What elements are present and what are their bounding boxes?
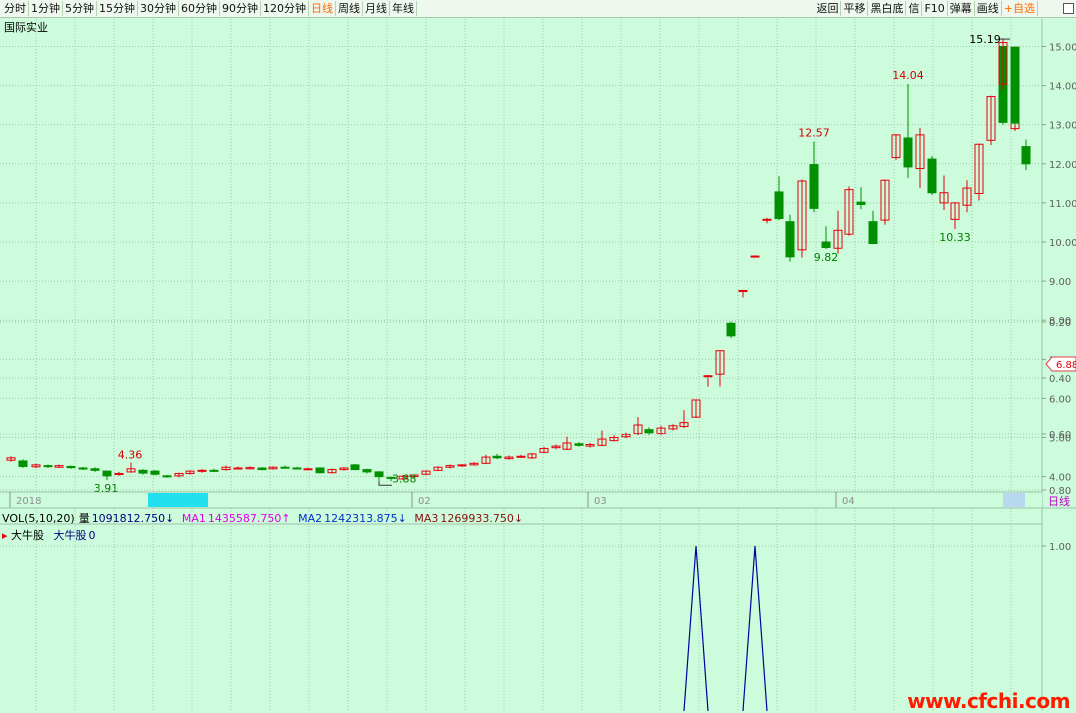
price-tick-label: 6.00 — [1049, 394, 1071, 405]
indicator-tick-label: 0.60 — [1049, 430, 1071, 441]
indicator-name: 大牛股 — [11, 529, 45, 542]
price-tick-label: 14.00 — [1049, 82, 1076, 93]
candle-body — [209, 469, 219, 472]
volume-title: VOL(5,10,20) — [2, 512, 75, 525]
price-annotation: 10.33 — [939, 231, 971, 244]
time-axis-label: 04 — [842, 496, 855, 507]
candle-body — [292, 467, 302, 470]
candle-body — [927, 158, 937, 194]
candle-body — [138, 469, 148, 474]
candle-body — [856, 201, 866, 205]
price-tick-label: 9.00 — [1049, 277, 1071, 288]
indicator-series-label: 大牛股 — [53, 529, 87, 542]
indicator-tick-label: 0.20 — [1049, 318, 1071, 329]
time-axis-label: 2018 — [16, 496, 41, 507]
indicator-signal-line — [683, 545, 709, 711]
candle-body — [516, 455, 526, 458]
annotation-leader — [378, 481, 392, 486]
candle-body — [257, 467, 267, 471]
selection-highlight — [148, 493, 208, 507]
candle-body — [750, 255, 760, 258]
price-annotation: 9.82 — [814, 251, 839, 264]
price-annotation: 15.19 — [969, 33, 1001, 46]
price-tick-label: 12.00 — [1049, 160, 1076, 171]
candle-body — [738, 289, 748, 292]
ma1-value: 1435587.750↑ — [207, 512, 291, 525]
candle-body — [233, 467, 243, 470]
indicator-signal-line — [742, 545, 768, 711]
candle-body — [315, 467, 325, 474]
volume-legend: VOL(5,10,20) 量 1091812.750↓ MA1 1435587.750… — [2, 510, 527, 526]
price-tick-label: 13.00 — [1049, 121, 1076, 132]
candle-body — [303, 468, 313, 471]
candle-body — [774, 191, 784, 220]
candle-body — [726, 322, 736, 337]
candle-body — [492, 455, 502, 459]
price-annotation: 4.36 — [118, 449, 143, 462]
price-tick-label: 4.00 — [1049, 473, 1071, 484]
price-tick-label: 11.00 — [1049, 199, 1076, 210]
time-axis-label: 03 — [594, 496, 607, 507]
candle-body — [280, 466, 290, 469]
candle-body — [102, 470, 112, 477]
candle-body — [90, 468, 100, 471]
candle-body — [574, 443, 584, 446]
candle-body — [114, 472, 124, 475]
candle-body — [762, 218, 772, 221]
indicator-tick-label: 0.80 — [1049, 486, 1071, 497]
candle-body — [78, 467, 88, 470]
ma3-value: 1269933.750↓ — [440, 512, 524, 525]
indicator-legend: ▸ 大牛股 大牛股 0 — [2, 527, 96, 543]
indicator-series-value: 0 — [88, 529, 96, 542]
time-axis-label: 02 — [418, 496, 431, 507]
candle-body — [362, 469, 372, 473]
kline-chart[interactable]: 15.0014.0013.0012.0011.0010.009.008.007.… — [0, 0, 1076, 711]
ma1-label: MA1 — [181, 512, 206, 525]
candle-body — [1010, 46, 1020, 124]
price-tick-label: 10.00 — [1049, 238, 1076, 249]
candle-body — [903, 137, 913, 168]
price-annotation: 12.57 — [798, 127, 830, 140]
ma2-value: 1242313.875↓ — [324, 512, 407, 525]
price-annotation: 14.04 — [892, 69, 924, 82]
ma2-label: MA2 — [298, 512, 323, 525]
candle-body — [350, 464, 360, 471]
indicator-tick-label: 0.40 — [1049, 374, 1071, 385]
candle-body — [785, 221, 795, 258]
candle-body — [43, 465, 53, 468]
price-annotation: 3.88 — [392, 473, 417, 486]
candle-body — [162, 475, 172, 478]
candle-body — [66, 465, 76, 469]
candle-body — [374, 471, 384, 478]
current-price-label: 6.88 — [1056, 360, 1076, 371]
candle-body — [18, 460, 28, 467]
candle-body — [703, 375, 713, 378]
candle-body — [809, 164, 819, 209]
indicator-tick-label: 1.00 — [1049, 542, 1071, 553]
ma3-label: MA3 — [414, 512, 439, 525]
candle-body — [868, 221, 878, 245]
price-tick-label: 15.00 — [1049, 43, 1076, 54]
candle-body — [150, 470, 160, 475]
candle-body — [644, 429, 654, 434]
candle-body — [457, 464, 467, 467]
candle-body — [821, 241, 831, 248]
cursor-highlight — [1003, 493, 1025, 507]
volume-label: 量 — [78, 512, 90, 525]
watermark: www.cfchi.com — [907, 689, 1070, 713]
candle-body — [197, 469, 207, 472]
volume-value: 1091812.750↓ — [91, 512, 175, 525]
indicator-arrow-icon: ▸ — [2, 529, 8, 542]
price-annotation: 3.91 — [94, 482, 119, 495]
candle-body — [1021, 146, 1031, 165]
